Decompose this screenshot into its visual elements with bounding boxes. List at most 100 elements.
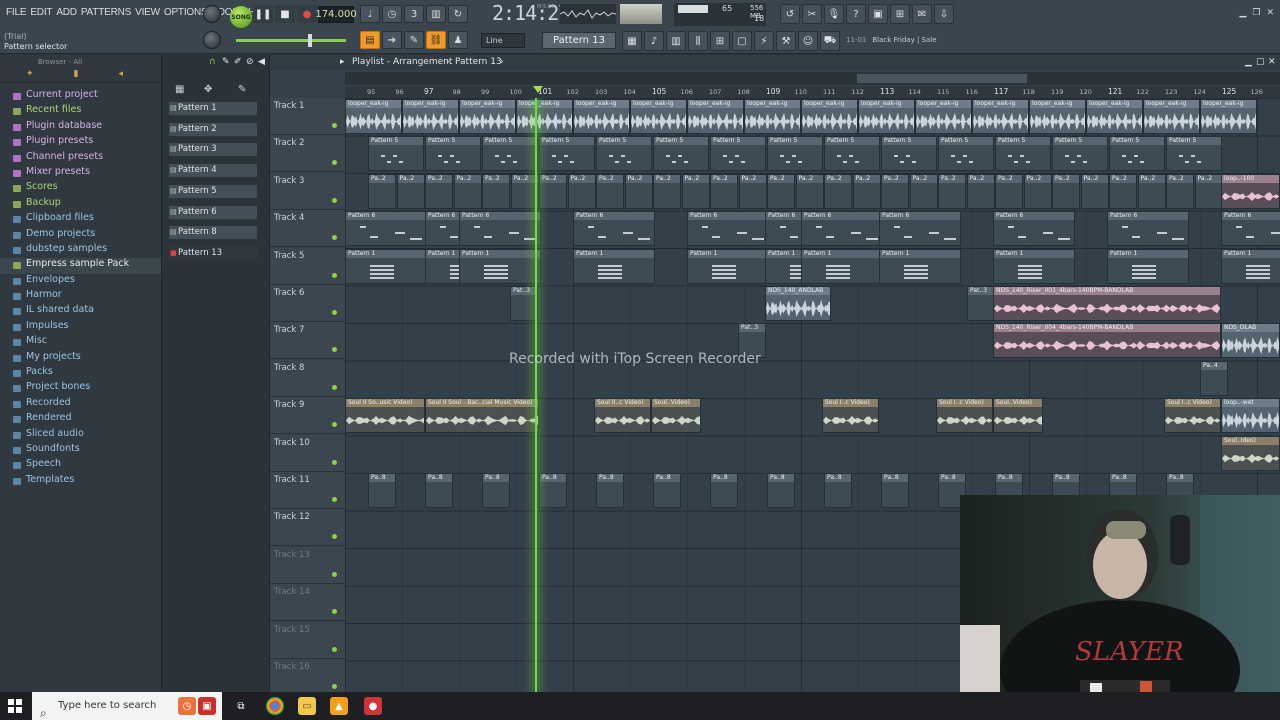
playhead[interactable] (535, 98, 537, 692)
playlist-clip[interactable]: looper_eak-ig (1086, 99, 1143, 134)
playlist-clip[interactable]: Pa..2 (596, 173, 624, 209)
browser-item[interactable]: Templates (0, 474, 161, 489)
wait-icon[interactable]: ◷ (382, 5, 402, 23)
browser-item[interactable]: Impulses (0, 320, 161, 335)
playlist-clip[interactable]: Pa..8 (824, 473, 852, 508)
playlist-clip[interactable]: Pa..8 (881, 473, 909, 508)
task-view-icon[interactable]: ⧉ (232, 697, 250, 715)
playlist-clip[interactable]: Pattern 5 (1052, 136, 1108, 172)
playlist-clip[interactable]: Soul I..c Video) (822, 398, 879, 434)
news-ticker[interactable]: 11-01 Black Friday | Sale (846, 36, 937, 44)
playlist-clip[interactable]: Pattern 5 (995, 136, 1051, 172)
playlist-clip[interactable]: Pattern 1 (1221, 248, 1280, 284)
playlist-clip[interactable]: NDS_140_Riser_004_4bars-140BPM-BANDLAB (993, 323, 1221, 359)
browser-item[interactable]: Plugin presets (0, 135, 161, 150)
track-mute-led[interactable] (332, 347, 337, 353)
playlist-overview[interactable] (345, 72, 1280, 85)
track-mute-led[interactable] (332, 609, 337, 615)
browser-item[interactable]: Rendered (0, 412, 161, 427)
delete-icon[interactable]: ⊘ (246, 57, 254, 67)
pattern-item[interactable]: Pattern 2 (168, 121, 258, 137)
playlist-clip[interactable]: Pattern 5 (1166, 136, 1222, 172)
browser-item[interactable]: Project bones (0, 381, 161, 396)
plugin-picker-icon[interactable]: ⊞ (710, 31, 730, 51)
plug-icon[interactable]: ⚡ (754, 31, 774, 51)
playlist-clip[interactable]: Pa..2 (995, 173, 1023, 209)
file-icon[interactable]: ▢ (732, 31, 752, 51)
playlist-clip[interactable]: Soul II..c Video) (594, 398, 651, 434)
pattern-item[interactable]: Pattern 6 (168, 204, 258, 220)
playlist-clip[interactable]: Pattern 1 (687, 248, 769, 284)
gift-app-icon[interactable]: ▣ (198, 697, 216, 715)
track-header[interactable]: Track 13 (270, 546, 345, 584)
playlist-clip[interactable]: Pa..2 (1137, 173, 1166, 209)
browser-item[interactable]: Current project (0, 89, 161, 104)
playlist-clip[interactable]: Pa..2 (738, 173, 767, 209)
track-mute-led[interactable] (332, 497, 337, 502)
playlist-clip[interactable]: Pattern 5 (881, 136, 937, 172)
track-mute-led[interactable] (332, 197, 337, 203)
playlist-clip[interactable]: Pattern 1 (993, 248, 1075, 284)
track-header[interactable]: Track 5 (270, 247, 345, 285)
browser-item[interactable]: Plugin database (0, 120, 161, 135)
track-mute-led[interactable] (332, 459, 337, 465)
menu-patterns[interactable]: PATTERNS (79, 7, 133, 18)
playlist-clip[interactable]: Pat..3 (967, 286, 995, 321)
playlist-clip[interactable]: Pattern 5 (596, 136, 652, 172)
playlist-clip[interactable]: Pa..2 (624, 173, 653, 209)
playlist-clip[interactable]: Pattern 6 (1107, 211, 1189, 247)
playlist-clip[interactable]: Pa..8 (539, 473, 567, 508)
browser-item[interactable]: Envelopes (0, 274, 161, 289)
playlist-clip[interactable]: Soul..Video) (993, 398, 1043, 434)
playlist-clip[interactable]: looper_eak-ig (459, 99, 516, 134)
playlist-clip[interactable]: Pa..2 (396, 173, 425, 209)
playlist-clip[interactable]: Soul..Video) (651, 398, 701, 434)
playlist-clip[interactable]: Pat..3 (510, 286, 538, 321)
picker-patterns-icon[interactable]: ▦ (175, 84, 184, 95)
link-icon[interactable]: ⛓ (426, 31, 446, 49)
step-edit-icon[interactable]: ▥ (426, 5, 446, 23)
close-icon[interactable]: ✕ (1266, 8, 1274, 18)
playlist-clip[interactable]: Pattern 6 (879, 211, 961, 247)
browser-item[interactable]: Recorded (0, 397, 161, 412)
playlist-clip[interactable]: Pa..2 (368, 173, 396, 209)
playlist-clip[interactable]: looper_eak-ig (744, 99, 801, 134)
playlist-clip[interactable]: looper_eak-ig (345, 99, 402, 134)
playlist-clip[interactable]: Pa..2 (881, 173, 909, 209)
playlist-clip[interactable]: Pa..2 (710, 173, 738, 209)
playlist-clip[interactable]: Pa..2 (425, 173, 453, 209)
browser-collapse-icon[interactable]: ✦ (26, 69, 34, 82)
record-button[interactable]: ● (297, 5, 317, 23)
overview-window[interactable] (857, 74, 1027, 83)
playlist-clip[interactable]: Pa..2 (567, 173, 596, 209)
download-icon[interactable]: ⇩ (934, 4, 954, 24)
browser-item[interactable]: Mixer presets (0, 166, 161, 181)
playlist-menu-icon[interactable]: ▸ (340, 57, 345, 67)
playlist-clip[interactable]: Soul II Soul - Bac..cial Music Video) (425, 398, 539, 434)
menu-edit[interactable]: EDIT (28, 7, 54, 18)
playlist-clip[interactable]: Pa..2 (681, 173, 710, 209)
recorder-app-icon[interactable]: ● (364, 697, 382, 715)
picker-edit-icon[interactable]: ✎ (238, 84, 246, 95)
playlist-clip[interactable]: Pa..2 (1166, 173, 1194, 209)
plugin-icon[interactable]: ⊞ (890, 4, 910, 24)
track-header[interactable]: Track 4 (270, 210, 345, 248)
mute-icon[interactable]: ◀ (258, 57, 265, 67)
chrome-icon[interactable] (266, 697, 284, 715)
baby-icon[interactable]: ☺ (798, 31, 818, 51)
browser-item[interactable]: dubstep samples (0, 243, 161, 258)
minimize-icon[interactable]: ▁ (1239, 8, 1246, 18)
browser-item[interactable]: My projects (0, 351, 161, 366)
playlist-clip[interactable]: NDS_140_ANDLAB (765, 286, 831, 321)
playlist-clip[interactable]: looper_eak-ig (1143, 99, 1200, 134)
play-button[interactable]: ❚❚ (253, 5, 273, 23)
playlist-clip[interactable]: Pattern 5 (710, 136, 766, 172)
playlist-clip[interactable]: Pa..8 (710, 473, 738, 508)
menu-file[interactable]: FILE (4, 7, 28, 18)
browser-item[interactable]: Scores (0, 181, 161, 196)
picker-clips-icon[interactable]: ✥ (204, 84, 212, 95)
playlist-clip[interactable]: looper_eak-ig (858, 99, 915, 134)
browser-file-icon[interactable]: ▮ (74, 69, 79, 82)
menu-view[interactable]: VIEW (133, 7, 162, 18)
browser-item[interactable]: Empress sample Pack (0, 258, 161, 274)
